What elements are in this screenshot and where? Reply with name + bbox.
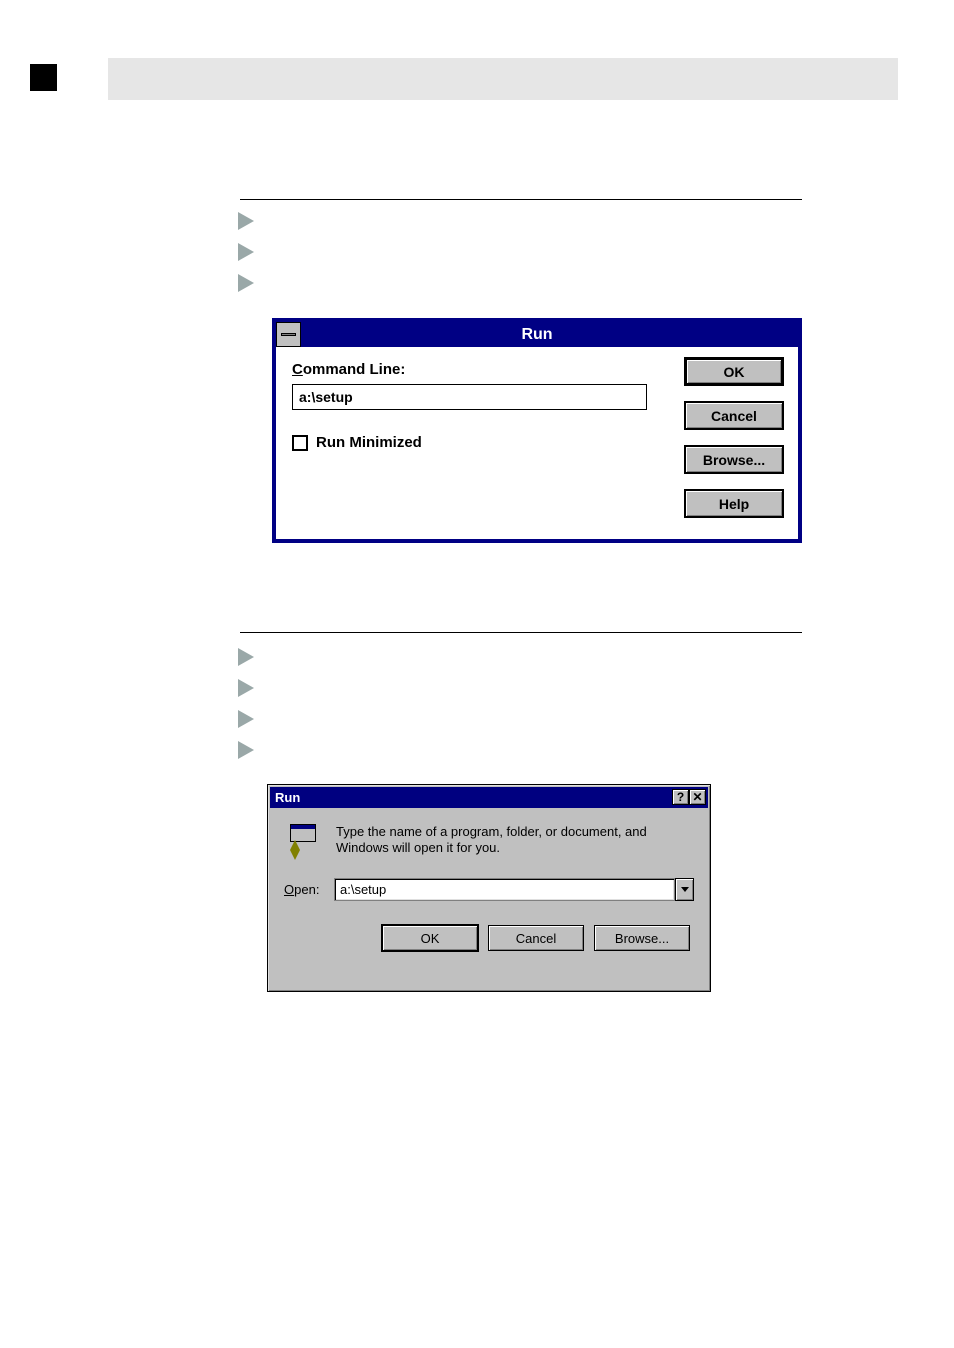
bullet-icon	[238, 648, 254, 666]
command-line-label: Command Line:	[292, 361, 652, 378]
bullet-icon	[238, 212, 254, 230]
run-minimized-checkbox[interactable]	[292, 435, 308, 451]
open-label: Open:	[284, 882, 324, 897]
help-button[interactable]: Help	[684, 489, 784, 518]
separator	[240, 632, 802, 633]
command-line-input[interactable]	[292, 384, 647, 410]
title-bar[interactable]: Run ? ✕	[270, 787, 708, 808]
window-title: Run	[275, 790, 300, 805]
cancel-button[interactable]: Cancel	[684, 401, 784, 430]
title-bar[interactable]: Run	[276, 322, 798, 347]
browse-button[interactable]: Browse...	[594, 925, 690, 951]
run-minimized-label: Run Minimized	[316, 434, 422, 451]
close-icon[interactable]: ✕	[689, 789, 706, 805]
header-band	[108, 58, 898, 100]
dialog-description: Type the name of a program, folder, or d…	[336, 824, 686, 857]
window-title: Run	[276, 326, 798, 344]
open-input[interactable]	[334, 878, 675, 901]
help-icon[interactable]: ?	[672, 789, 689, 805]
ok-button[interactable]: OK	[684, 357, 784, 386]
ok-button[interactable]: OK	[382, 925, 478, 951]
cancel-button[interactable]: Cancel	[488, 925, 584, 951]
run-dialog-win31: Run Command Line: Run Minimized OK Cance…	[272, 318, 802, 543]
run-program-icon	[284, 824, 320, 860]
bullet-icon	[238, 274, 254, 292]
browse-button[interactable]: Browse...	[684, 445, 784, 474]
bullet-icon	[238, 741, 254, 759]
separator	[240, 199, 802, 200]
bullet-icon	[238, 243, 254, 261]
run-dialog-win95: Run ? ✕ Type the name of a program, fold…	[267, 784, 711, 992]
bullet-icon	[238, 679, 254, 697]
bullet-icon	[238, 710, 254, 728]
dropdown-button[interactable]	[675, 878, 694, 901]
page-marker	[30, 64, 57, 91]
